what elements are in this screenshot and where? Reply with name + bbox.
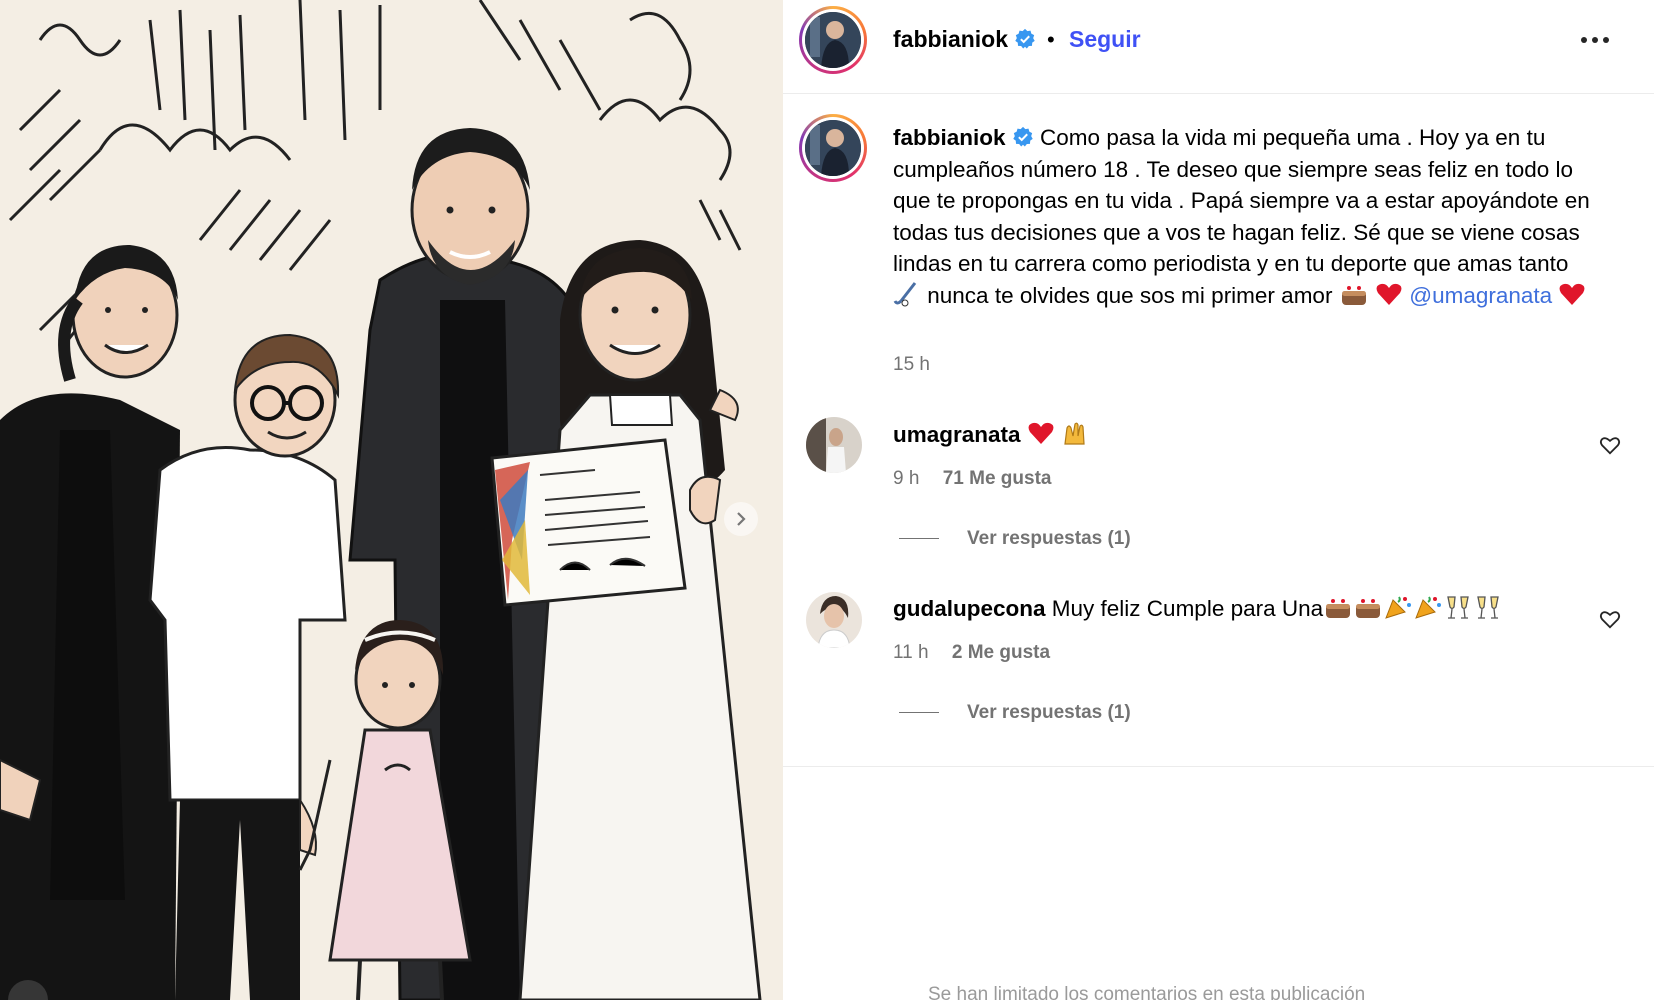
clinking-glasses-emoji-icon bbox=[1447, 596, 1469, 619]
party-popper-emoji-icon bbox=[1385, 596, 1412, 619]
family-illustration bbox=[0, 0, 783, 1000]
follow-button[interactable]: Seguir bbox=[1069, 26, 1141, 53]
red-heart-emoji-icon bbox=[1559, 283, 1585, 305]
comment-username[interactable]: umagranata bbox=[893, 422, 1021, 447]
comment-body: gudalupecona Muy feliz Cumple para Una bbox=[893, 594, 1503, 622]
view-replies-label[interactable]: Ver respuestas (1) bbox=[967, 702, 1131, 723]
comment-timestamp[interactable]: 11 h bbox=[893, 642, 929, 663]
caption-username[interactable]: fabbianiok bbox=[893, 125, 1006, 150]
chevron-right-icon bbox=[737, 512, 746, 526]
post-caption: fabbianiok Como pasa la vida mi pequeña … bbox=[893, 122, 1593, 311]
comment-avatar-gudalupecona[interactable] bbox=[806, 592, 862, 648]
header-username-text[interactable]: fabbianiok bbox=[893, 26, 1008, 52]
party-popper-emoji-icon bbox=[1415, 596, 1442, 619]
replies-line bbox=[899, 538, 939, 540]
comment-likes[interactable]: 71 Me gusta bbox=[943, 468, 1052, 489]
comments-limited-notice: Se han limitado los comentarios en esta … bbox=[928, 984, 1366, 1000]
birthday-cake-emoji-icon bbox=[1356, 599, 1381, 618]
caption-author-avatar[interactable] bbox=[799, 114, 867, 182]
comment-text: Muy feliz Cumple para Una bbox=[1051, 596, 1324, 621]
replies-line bbox=[899, 712, 939, 714]
red-heart-emoji-icon bbox=[1376, 283, 1402, 305]
comment-body: umagranata bbox=[893, 420, 1091, 448]
field-hockey-emoji-icon bbox=[893, 281, 917, 306]
avatar-image bbox=[805, 120, 861, 176]
comment-meta: 9 h 71 Me gusta bbox=[893, 468, 1051, 490]
more-horizontal-icon[interactable] bbox=[1578, 30, 1612, 50]
next-image-button[interactable] bbox=[724, 502, 758, 536]
raising-hands-emoji-icon bbox=[1064, 422, 1085, 445]
avatar-image bbox=[806, 417, 862, 473]
like-heart-icon[interactable] bbox=[1599, 434, 1621, 456]
clinking-glasses-emoji-icon bbox=[1477, 596, 1499, 619]
comment-meta: 11 h 2 Me gusta bbox=[893, 642, 1050, 664]
post-image[interactable] bbox=[0, 0, 783, 1000]
comment-likes[interactable]: 2 Me gusta bbox=[952, 642, 1050, 663]
comment-avatar-umagranata[interactable] bbox=[806, 417, 862, 473]
caption-text-part-2: nunca te olvides que sos mi primer amor bbox=[927, 282, 1333, 308]
birthday-cake-emoji-icon bbox=[1326, 599, 1351, 618]
comment-username[interactable]: gudalupecona bbox=[893, 596, 1046, 621]
author-avatar[interactable] bbox=[799, 6, 867, 74]
view-replies-button[interactable]: Ver respuestas (1) bbox=[899, 528, 1131, 550]
like-heart-icon[interactable] bbox=[1599, 608, 1621, 630]
caption-mention-link[interactable]: @umagranata bbox=[1409, 283, 1552, 308]
red-heart-emoji-icon bbox=[1028, 422, 1054, 444]
view-replies-button[interactable]: Ver respuestas (1) bbox=[899, 702, 1131, 724]
verified-badge-icon bbox=[1015, 28, 1036, 49]
post-timestamp[interactable]: 15 h bbox=[893, 354, 930, 376]
birthday-cake-emoji-icon bbox=[1341, 285, 1366, 305]
comments-divider bbox=[783, 766, 1654, 767]
avatar-image bbox=[806, 592, 862, 648]
view-replies-label[interactable]: Ver respuestas (1) bbox=[967, 528, 1131, 549]
comment-timestamp[interactable]: 9 h bbox=[893, 468, 919, 489]
header-divider bbox=[783, 93, 1654, 94]
post-panel: fabbianiok • Seguir fabbianiok Como pasa… bbox=[783, 0, 1654, 1000]
header-username[interactable]: fabbianiok bbox=[893, 26, 1036, 53]
verified-badge-icon bbox=[1013, 126, 1033, 147]
avatar-image bbox=[805, 12, 861, 68]
header-separator: • bbox=[1047, 27, 1055, 52]
